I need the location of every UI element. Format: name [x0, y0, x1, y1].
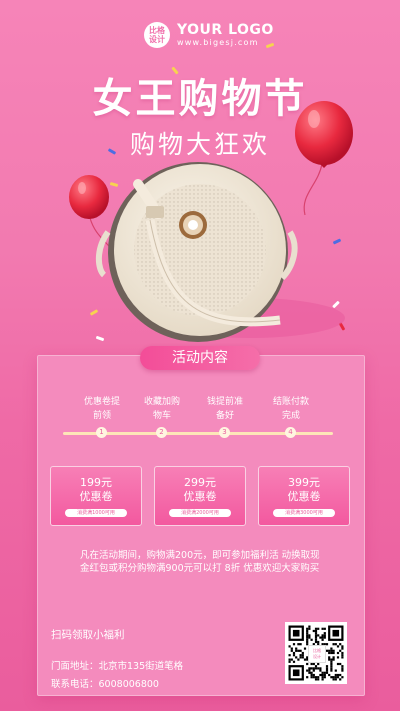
phone-label: 联系电话： [51, 679, 99, 690]
step-label-text: 优惠卷提 前领 [83, 397, 120, 421]
step-label-text: 收藏加购 物车 [143, 397, 180, 421]
step-dot-4: 4 [285, 427, 296, 438]
qr-caption: 扫码领取小福利 [51, 629, 125, 641]
phone-value: 6008006800 [98, 679, 159, 690]
step-label-3: 钱提前准 备好 [195, 395, 255, 423]
bag-illustration [69, 101, 353, 342]
coupon-name: 优惠卷 [183, 490, 217, 503]
coupon-name: 优惠卷 [287, 490, 321, 503]
poster: 比格 设计 YOUR LOGO www.bigesj.com 女王购物节 购物大… [0, 0, 400, 711]
coupon-condition: 消费满3000可用 [273, 509, 335, 517]
balloon-right [295, 101, 353, 216]
coupon-amount: 199元 [80, 476, 112, 489]
step-label-4: 结账付款 完成 [261, 395, 321, 423]
qr-code[interactable]: 比格 设计 [285, 622, 347, 684]
coupon-condition: 消费满1000可用 [65, 509, 127, 517]
address-value: 北京市135街道笔格 [98, 661, 184, 672]
coupon-condition: 消费满2000可用 [169, 509, 231, 517]
coupon-amount: 399元 [288, 476, 320, 489]
address-line: 门面地址：北京市135街道笔格 [51, 658, 183, 672]
step-dot-1: 1 [96, 427, 107, 438]
address-label: 门面地址： [51, 661, 99, 672]
qr-center-logo: 比格 设计 [308, 645, 326, 663]
section-title: 活动内容 [140, 346, 260, 370]
activity-description: 凡在活动期间，购物满200元，即可参加福利活 动换取现金红包或积分购物满900元… [80, 550, 320, 574]
step-label-text: 结账付款 完成 [272, 397, 309, 421]
step-label-2: 收藏加购 物车 [132, 395, 192, 423]
coupon-299[interactable]: 299元 优惠卷 消费满2000可用 [154, 466, 246, 526]
step-label-text: 钱提前准 备好 [206, 397, 243, 421]
step-dot-2: 2 [156, 427, 167, 438]
coupon-199[interactable]: 199元 优惠卷 消费满1000可用 [50, 466, 142, 526]
coupon-399[interactable]: 399元 优惠卷 消费满3000可用 [258, 466, 350, 526]
phone-line: 联系电话：6008006800 [51, 676, 159, 690]
coupon-name: 优惠卷 [79, 490, 113, 503]
step-dot-3: 3 [219, 427, 230, 438]
coupon-amount: 299元 [184, 476, 216, 489]
step-label-1: 优惠卷提 前领 [72, 395, 132, 423]
